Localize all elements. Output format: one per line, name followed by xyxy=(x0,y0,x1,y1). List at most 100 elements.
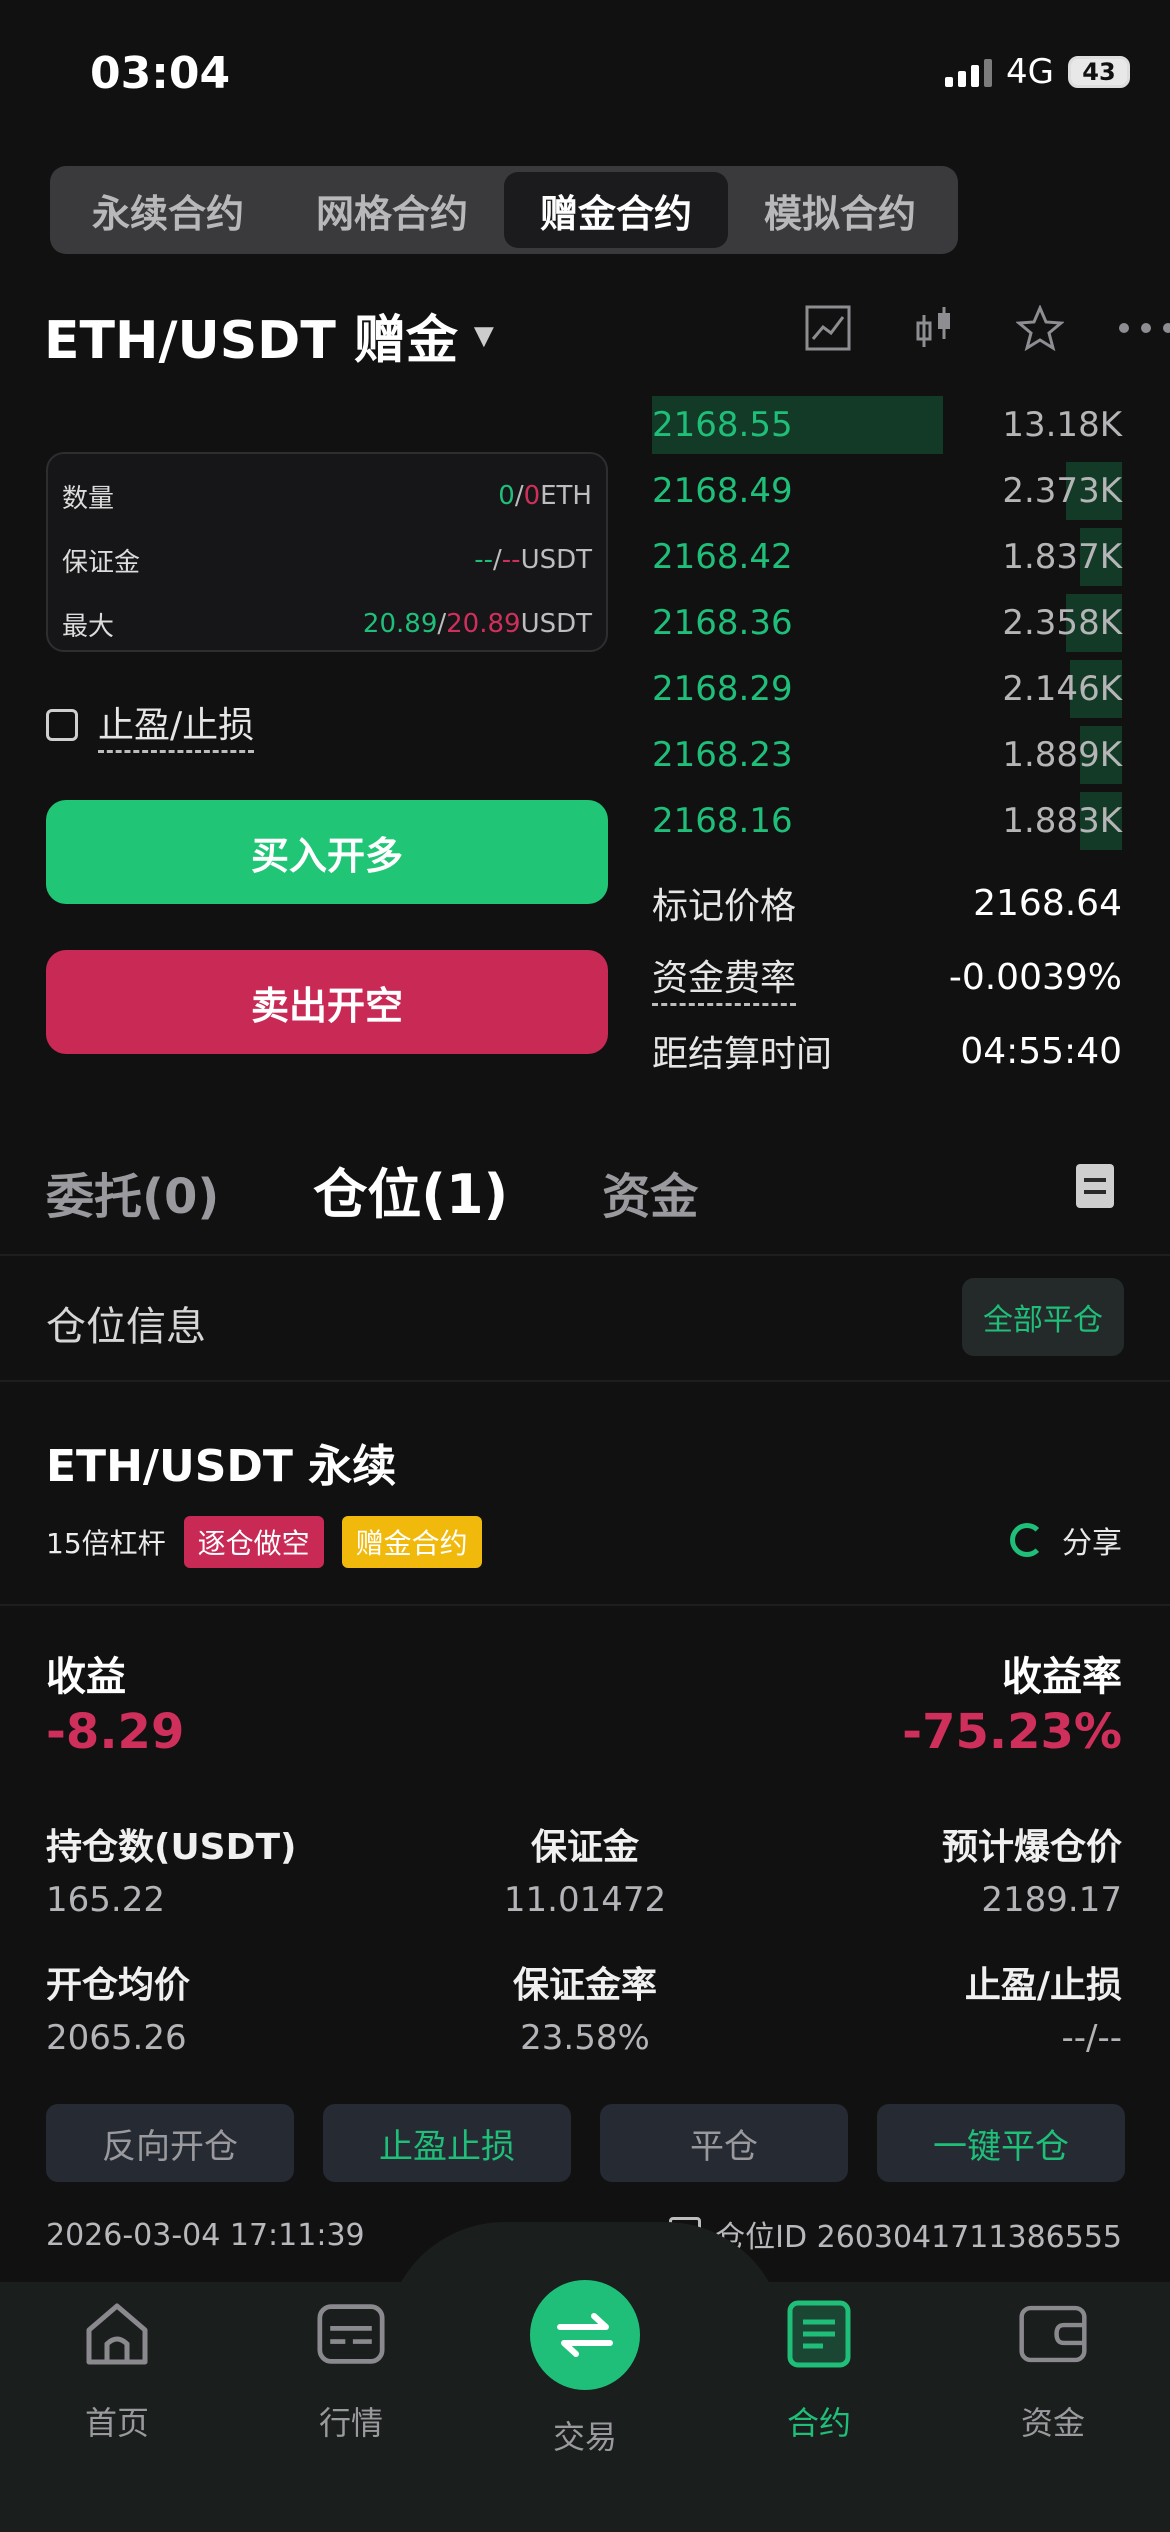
tpsl-label: 止盈/止损 xyxy=(98,696,255,753)
wallet-icon xyxy=(1019,2300,1087,2368)
orderbook-row[interactable]: 2168.16 1.883K xyxy=(652,788,1122,854)
orderbook-qty: 1.889K xyxy=(1002,735,1122,775)
orderbook-qty: 2.358K xyxy=(1002,603,1122,643)
nav-trade[interactable]: 交易 xyxy=(505,2412,665,2458)
more-icon[interactable] xyxy=(1118,300,1170,356)
tab-funds[interactable]: 资金 xyxy=(602,1157,698,1227)
orderbook-qty: 1.883K xyxy=(1002,801,1122,841)
position-id: 仓位ID 2603041711386555 xyxy=(715,2220,1122,2255)
symbol-selector[interactable]: ETH/USDT 赠金 ▼ xyxy=(44,298,494,373)
share-button[interactable]: 分享 xyxy=(1010,1518,1122,1562)
tpsl-checkbox[interactable] xyxy=(46,708,78,741)
orderbook-row[interactable]: 2168.36 2.358K xyxy=(652,590,1122,656)
orderbook-row[interactable]: 2168.55 13.18K xyxy=(652,392,1122,458)
orderbook-price: 2168.42 xyxy=(652,537,793,577)
stat-margin-ratio: 保证金率 23.58% xyxy=(435,1956,735,2058)
close-position-button[interactable]: 平仓 xyxy=(600,2104,848,2182)
nav-markets[interactable]: 行情 xyxy=(271,2300,431,2444)
info-label: 数量 xyxy=(62,483,115,514)
chart-icon[interactable] xyxy=(800,300,856,356)
symbol-name: ETH/USDT 赠金 xyxy=(44,311,458,371)
funding-rate-row[interactable]: 资金费率 -0.0039% xyxy=(652,940,1122,1014)
order-book: 2168.55 13.18K 2168.49 2.373K 2168.42 1.837K 2… xyxy=(652,392,1122,854)
nav-assets[interactable]: 资金 xyxy=(973,2300,1133,2444)
orderbook-row[interactable]: 2168.49 2.373K xyxy=(652,458,1122,524)
info-row-margin: 保证金 --/--USDT xyxy=(62,528,592,592)
stat-label: 保证金率 xyxy=(512,1965,657,2006)
nav-label: 合约 xyxy=(786,2404,851,2442)
stat-margin: 保证金 11.01472 xyxy=(435,1818,735,1920)
one-click-close-button[interactable]: 一键平仓 xyxy=(877,2104,1125,2182)
info-row-max: 最大 20.89/20.89USDT xyxy=(62,592,592,656)
info-value: 0/0ETH xyxy=(498,481,592,511)
stat-value: 23.58% xyxy=(520,2018,650,2058)
divider xyxy=(0,1254,1170,1256)
funding-rate-value: -0.0039% xyxy=(948,956,1122,998)
market-info: 标记价格 2168.64 资金费率 -0.0039% 距结算时间 04:55:4… xyxy=(652,866,1122,1088)
futures-icon xyxy=(785,2300,853,2368)
trade-icon[interactable] xyxy=(530,2280,640,2390)
pnl-value: -8.29 xyxy=(46,1704,185,1760)
leverage-label: 15倍杠杆 xyxy=(46,1527,166,1560)
battery-icon: 43 xyxy=(1068,56,1130,88)
position-timestamp: 2026-03-04 17:11:39 xyxy=(46,2218,365,2253)
sell-short-button[interactable]: 卖出开空 xyxy=(46,950,608,1054)
info-label: 保证金 xyxy=(62,547,141,578)
tab-simulated[interactable]: 模拟合约 xyxy=(728,172,952,248)
stat-value: 2065.26 xyxy=(46,2018,187,2058)
reverse-open-button[interactable]: 反向开仓 xyxy=(46,2104,294,2182)
nav-home[interactable]: 首页 xyxy=(37,2300,197,2444)
tab-grid[interactable]: 网格合约 xyxy=(280,172,504,248)
status-indicators: 4G 43 xyxy=(945,52,1130,92)
nav-label: 资金 xyxy=(1020,2404,1085,2442)
nav-label: 行情 xyxy=(318,2404,383,2442)
orderbook-row[interactable]: 2168.29 2.146K xyxy=(652,656,1122,722)
stat-tpsl: 止盈/止损 --/-- xyxy=(965,1956,1122,2058)
star-icon[interactable] xyxy=(1012,300,1068,356)
divider xyxy=(0,1380,1170,1382)
share-label: 分享 xyxy=(1062,1526,1122,1561)
orderbook-price: 2168.55 xyxy=(652,405,793,445)
position-info-title: 仓位信息 xyxy=(46,1304,206,1350)
info-value: --/--USDT xyxy=(474,545,592,575)
stat-value: --/-- xyxy=(1061,2018,1122,2058)
orderbook-row[interactable]: 2168.42 1.837K xyxy=(652,524,1122,590)
mode-badge: 逐仓做空 xyxy=(183,1516,324,1568)
list-icon[interactable] xyxy=(1076,1164,1114,1208)
position-tabs: 委托(0) 仓位(1) 资金 xyxy=(46,1150,698,1229)
status-time: 03:04 xyxy=(90,48,231,99)
candlestick-icon[interactable] xyxy=(906,300,962,356)
contract-type-tabs: 永续合约 网格合约 赠金合约 模拟合约 xyxy=(50,166,958,254)
orderbook-row[interactable]: 2168.23 1.889K xyxy=(652,722,1122,788)
stat-label: 持仓数(USDT) xyxy=(46,1827,297,1868)
tab-positions[interactable]: 仓位(1) xyxy=(313,1150,508,1229)
type-badge: 赠金合约 xyxy=(341,1516,482,1568)
tab-perpetual[interactable]: 永续合约 xyxy=(56,172,280,248)
network-label: 4G xyxy=(1006,52,1054,92)
position-tags: 15倍杠杆 逐仓做空 赠金合约 xyxy=(46,1516,482,1568)
tpsl-button[interactable]: 止盈止损 xyxy=(323,2104,571,2182)
stat-entry-price: 开仓均价 2065.26 xyxy=(46,1956,190,2058)
order-info-box: 数量 0/0ETH 保证金 --/--USDT 最大 20.89/20.89US… xyxy=(46,452,608,652)
close-all-button[interactable]: 全部平仓 xyxy=(962,1278,1124,1356)
tpsl-checkbox-row[interactable]: 止盈/止损 xyxy=(46,696,255,753)
nav-futures[interactable]: 合约 xyxy=(739,2300,899,2444)
header-actions xyxy=(800,300,1170,356)
settle-time-label: 距结算时间 xyxy=(652,1034,833,1075)
stat-liquidation-price: 预计爆仓价 2189.17 xyxy=(942,1818,1122,1920)
roi-label: 收益率 xyxy=(1002,1654,1122,1700)
home-icon xyxy=(83,2300,151,2368)
orderbook-price: 2168.23 xyxy=(652,735,793,775)
buy-long-button[interactable]: 买入开多 xyxy=(46,800,608,904)
signal-icon xyxy=(945,57,993,87)
info-row-quantity: 数量 0/0ETH xyxy=(62,464,592,528)
tab-orders[interactable]: 委托(0) xyxy=(46,1157,219,1227)
settle-time-row: 距结算时间 04:55:40 xyxy=(652,1014,1122,1088)
orderbook-qty: 1.837K xyxy=(1002,537,1122,577)
tab-bonus[interactable]: 赠金合约 xyxy=(504,172,728,248)
funding-rate-label[interactable]: 资金费率 xyxy=(652,949,797,1006)
stat-position-size: 持仓数(USDT) 165.22 xyxy=(46,1818,297,1920)
markets-icon xyxy=(317,2300,385,2368)
mark-price-row: 标记价格 2168.64 xyxy=(652,866,1122,940)
stat-value: 165.22 xyxy=(46,1880,165,1920)
